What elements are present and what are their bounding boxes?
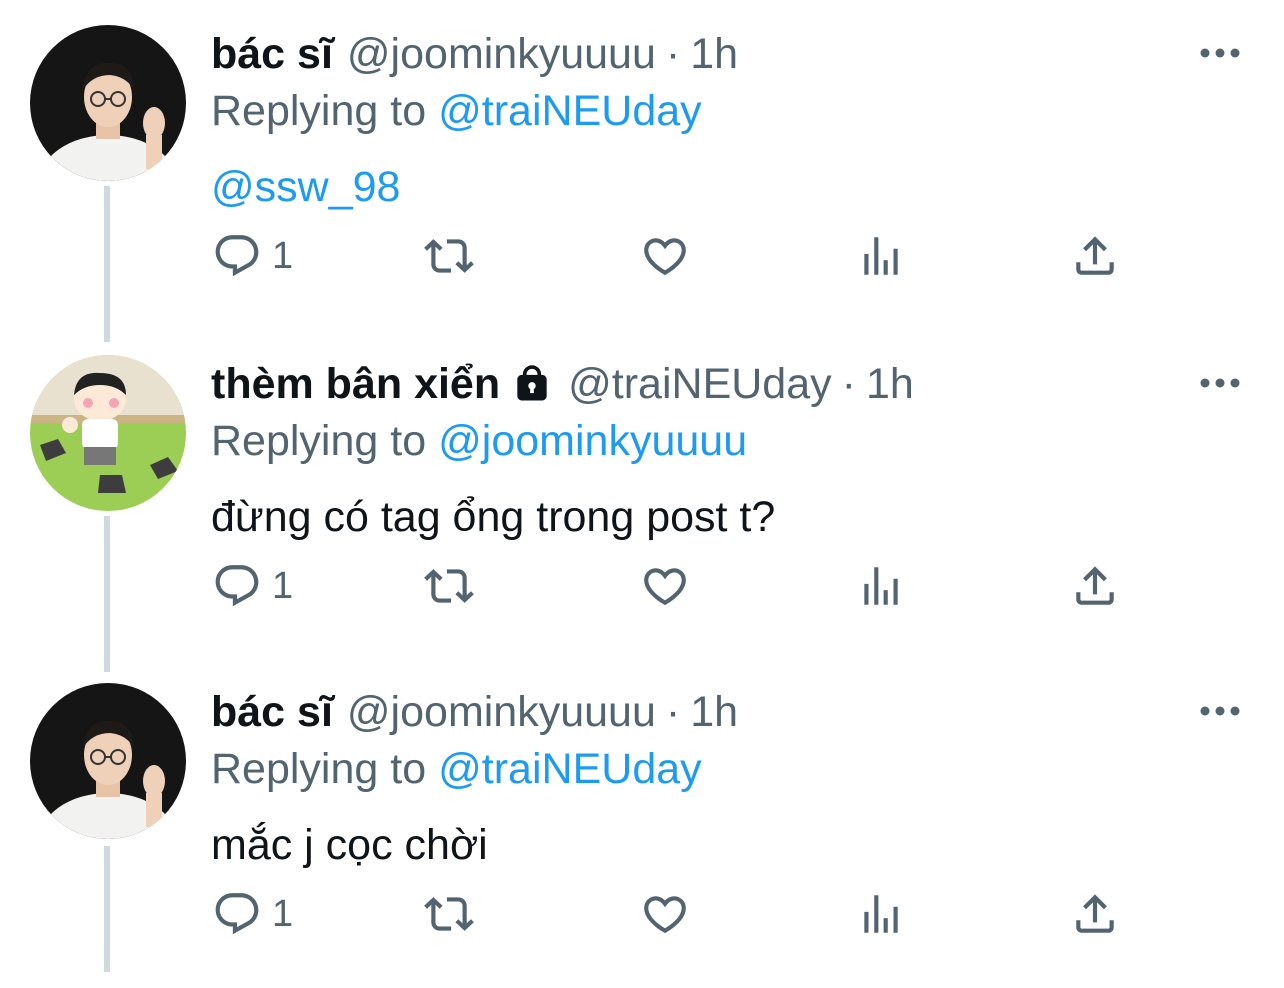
like-icon xyxy=(644,568,686,606)
timestamp[interactable]: 1h xyxy=(866,358,914,410)
share-icon xyxy=(1076,566,1114,605)
retweet-icon xyxy=(424,569,474,603)
user-handle[interactable]: @traiNEUday xyxy=(568,358,832,410)
timestamp[interactable]: 1h xyxy=(690,28,738,80)
lock-icon xyxy=(510,362,554,406)
tweet-actions: 1 xyxy=(212,884,1132,944)
more-icon[interactable] xyxy=(1198,368,1242,398)
tweet-actions: 1 xyxy=(212,226,1132,286)
user-handle[interactable]: @joominkyuuuu xyxy=(347,686,656,738)
retweet-icon xyxy=(424,897,474,931)
timestamp[interactable]: 1h xyxy=(690,686,738,738)
replying-to-mention[interactable]: @traiNEUday xyxy=(438,745,702,793)
reply-button[interactable]: 1 xyxy=(212,556,293,616)
share-icon xyxy=(1076,894,1114,933)
replying-to-mention[interactable]: @traiNEUday xyxy=(438,87,702,135)
more-icon[interactable] xyxy=(1198,696,1242,726)
tweet[interactable]: bác sĩ @joominkyuuuu · 1h Replying to @tr… xyxy=(0,658,1284,988)
retweet-button[interactable] xyxy=(424,884,474,944)
reply-thread: bác sĩ @joominkyuuuu · 1h Replying to @tr… xyxy=(0,0,1284,972)
replying-label: Replying to xyxy=(211,87,427,135)
views-icon xyxy=(864,567,898,605)
reply-count: 1 xyxy=(272,564,294,607)
views-icon xyxy=(864,895,898,933)
views-button[interactable] xyxy=(856,884,906,944)
retweet-icon xyxy=(424,239,474,273)
reply-button[interactable]: 1 xyxy=(212,884,293,944)
avatar[interactable] xyxy=(30,355,186,511)
share-button[interactable] xyxy=(1070,884,1120,944)
like-button[interactable] xyxy=(640,884,690,944)
retweet-button[interactable] xyxy=(424,556,474,616)
reply-button[interactable]: 1 xyxy=(212,226,293,286)
separator: · xyxy=(665,688,681,736)
reply-icon xyxy=(215,565,259,607)
tweet-actions: 1 xyxy=(212,556,1132,616)
like-icon xyxy=(644,896,686,934)
replying-label: Replying to xyxy=(211,745,427,793)
replying-to: Replying to @joominkyuuuu xyxy=(211,414,747,468)
reply-icon xyxy=(215,235,259,277)
share-button[interactable] xyxy=(1070,226,1120,286)
share-button[interactable] xyxy=(1070,556,1120,616)
more-icon[interactable] xyxy=(1198,38,1242,68)
tweet-text: đừng có tag ổng trong post t? xyxy=(211,493,776,541)
avatar[interactable] xyxy=(30,25,186,181)
user-handle[interactable]: @joominkyuuuu xyxy=(347,28,656,80)
tweet-text[interactable]: @ssw_98 xyxy=(211,160,400,214)
tweet[interactable]: thèm bân xiển @traiNEUday · 1h Replying … xyxy=(0,330,1284,660)
like-icon xyxy=(644,238,686,276)
tweet-header: bác sĩ @joominkyuuuu · 1h xyxy=(211,28,738,80)
views-button[interactable] xyxy=(856,226,906,286)
tweet[interactable]: bác sĩ @joominkyuuuu · 1h Replying to @tr… xyxy=(0,0,1284,330)
views-button[interactable] xyxy=(856,556,906,616)
views-icon xyxy=(864,237,898,275)
tweet-text: mắc j cọc chời xyxy=(211,821,488,869)
retweet-button[interactable] xyxy=(424,226,474,286)
replying-label: Replying to xyxy=(211,417,427,465)
reply-icon xyxy=(215,893,259,935)
share-icon xyxy=(1076,236,1114,275)
separator: · xyxy=(841,360,856,408)
reply-count: 1 xyxy=(272,234,294,277)
replying-to: Replying to @traiNEUday xyxy=(211,84,702,138)
replying-to: Replying to @traiNEUday xyxy=(211,742,702,796)
separator: · xyxy=(665,30,681,78)
tweet-header: thèm bân xiển @traiNEUday · 1h xyxy=(211,358,914,410)
tweet-header: bác sĩ @joominkyuuuu · 1h xyxy=(211,686,738,738)
display-name[interactable]: thèm bân xiển xyxy=(211,358,500,410)
display-name[interactable]: bác sĩ xyxy=(211,686,333,738)
replying-to-mention[interactable]: @joominkyuuuu xyxy=(438,417,747,465)
reply-count: 1 xyxy=(272,892,294,935)
display-name[interactable]: bác sĩ xyxy=(211,28,333,80)
like-button[interactable] xyxy=(640,226,690,286)
avatar[interactable] xyxy=(30,683,186,839)
like-button[interactable] xyxy=(640,556,690,616)
